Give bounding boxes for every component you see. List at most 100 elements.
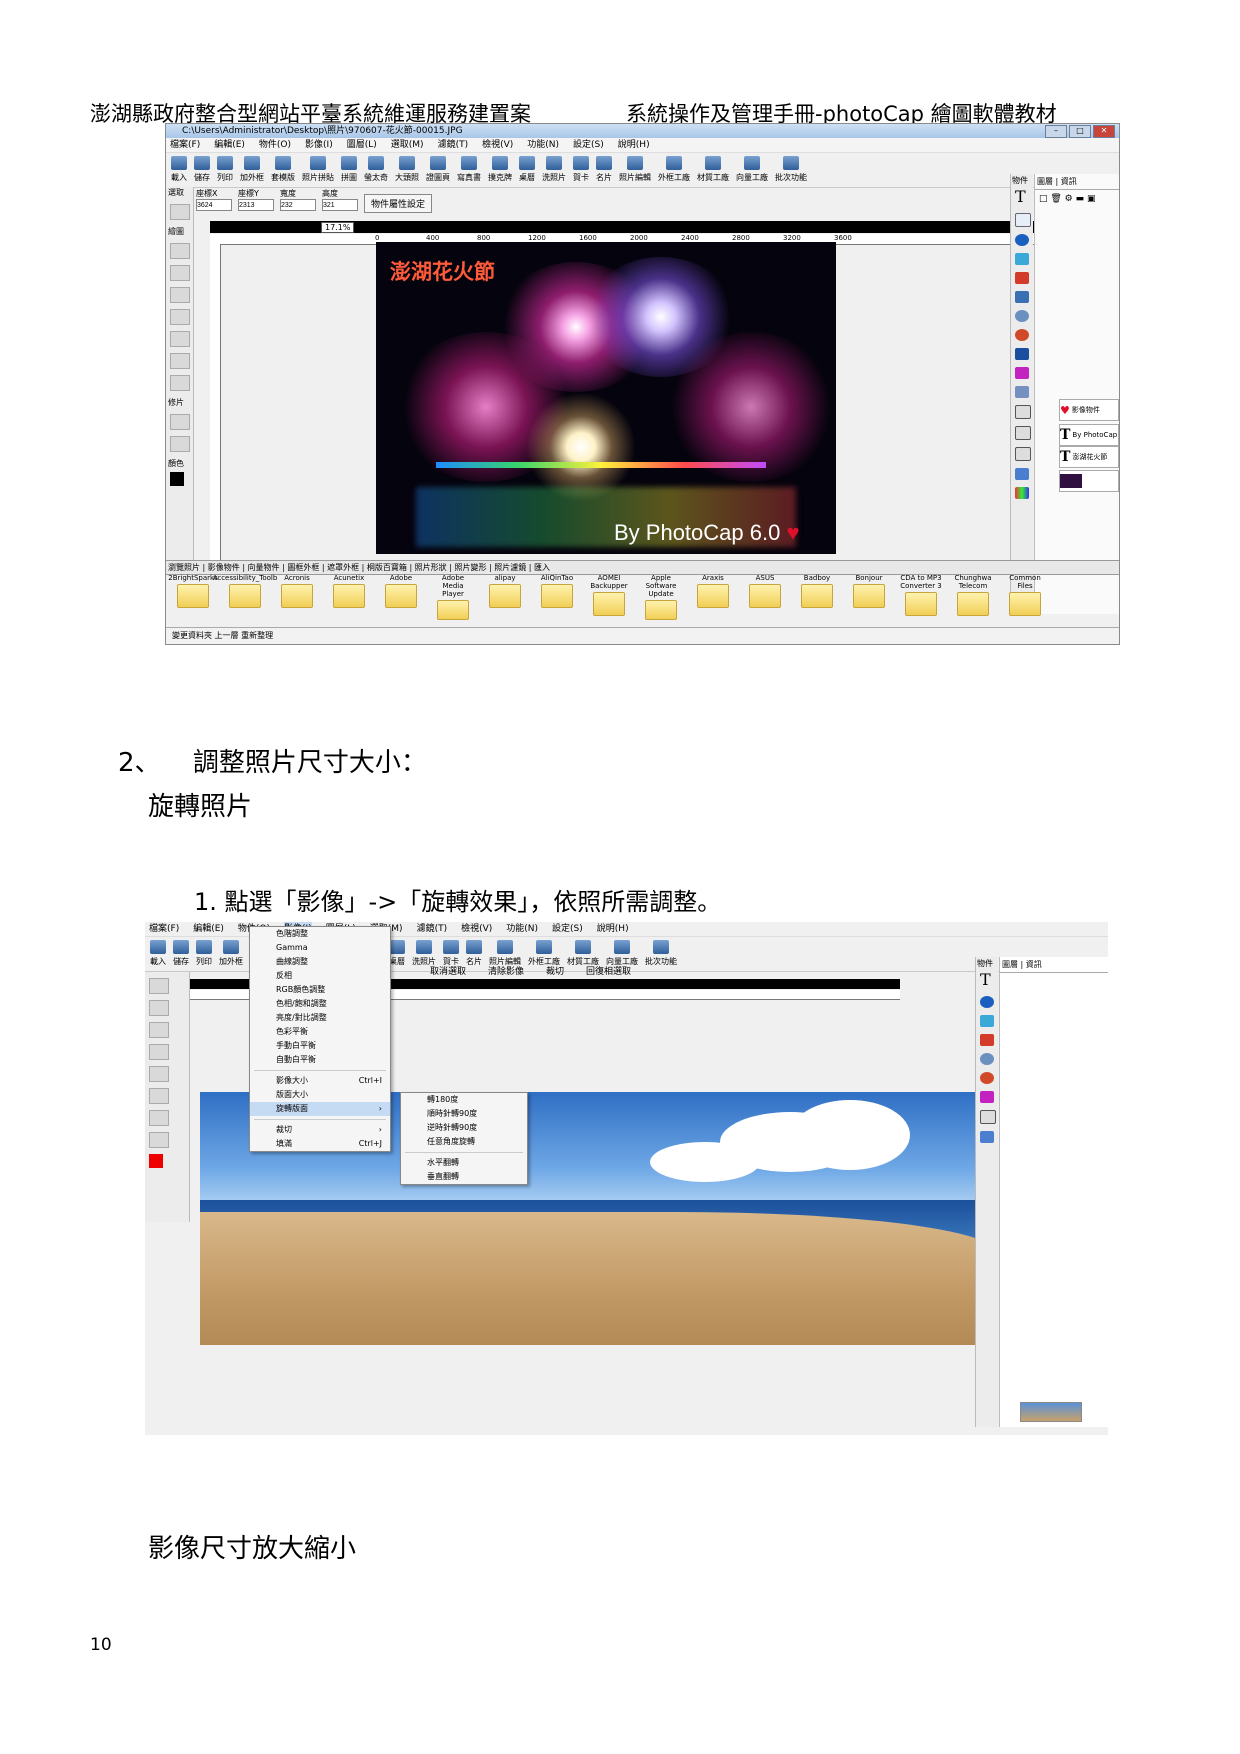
pencil-tool-icon[interactable] xyxy=(149,1022,169,1038)
arrow-icon[interactable] xyxy=(1015,426,1031,440)
folder-item[interactable]: Chunghwa Telecom xyxy=(952,574,994,620)
height-field[interactable] xyxy=(322,199,358,211)
pen-tool-icon[interactable] xyxy=(170,287,190,303)
text-tool-icon[interactable]: T xyxy=(976,970,998,989)
menu-view[interactable]: 檢視(V) xyxy=(461,922,492,936)
object-tab[interactable]: 物件 xyxy=(1011,174,1033,187)
menu-item[interactable]: 版面大小 xyxy=(250,1088,390,1102)
toolbar-button[interactable]: 螢太奇 xyxy=(362,153,390,187)
restore-selection-button[interactable]: 回復相選取 xyxy=(586,964,631,977)
folder-item[interactable]: Araxis xyxy=(692,574,734,620)
toolbar-button[interactable]: 名片 xyxy=(594,153,614,187)
layer-actions[interactable]: □ 🗑 ⚙ ▬ ▣ xyxy=(1035,190,1119,208)
arrow-right-icon[interactable] xyxy=(1015,447,1031,461)
deselect-button[interactable]: 取消選取 xyxy=(430,964,466,977)
object-properties-button[interactable]: 物件屬性設定 xyxy=(364,194,433,213)
menu-item[interactable]: Gamma xyxy=(250,941,390,955)
layer-thumbnail[interactable] xyxy=(1020,1402,1082,1422)
toolbar-button[interactable]: 拼圖 xyxy=(339,153,359,187)
menu-item-rotate[interactable]: 旋轉版面 › xyxy=(250,1102,390,1116)
toolbar-button[interactable]: 外框工廠 xyxy=(656,153,692,187)
toolbar-button[interactable]: 儲存 xyxy=(192,153,212,187)
toolbar-button[interactable]: 材質工廠 xyxy=(695,153,731,187)
cake-icon[interactable] xyxy=(980,1091,994,1103)
rect-tool-icon[interactable] xyxy=(170,375,190,391)
select-tool-icon[interactable] xyxy=(170,204,190,220)
menu-item[interactable]: 色階調整 xyxy=(250,927,390,941)
menu-settings[interactable]: 設定(S) xyxy=(552,922,583,936)
maximize-button[interactable]: □ xyxy=(1069,125,1091,138)
cake-icon[interactable] xyxy=(1015,367,1029,379)
toolbar-button[interactable]: 批次功能 xyxy=(643,937,679,971)
foreground-color-swatch[interactable] xyxy=(170,472,184,486)
menu-view[interactable]: 檢視(V) xyxy=(482,138,513,152)
folder-item[interactable]: alipay xyxy=(484,574,526,620)
toolbar-button[interactable]: 加外框 xyxy=(238,153,266,187)
layer-item[interactable]: ♥ 影像物件 xyxy=(1059,399,1119,421)
folder-item[interactable]: Bonjour xyxy=(848,574,890,620)
hand-tool-icon[interactable] xyxy=(170,331,190,347)
menu-item-fill[interactable]: 填滿 Ctrl+J xyxy=(250,1137,390,1151)
toolbar-button[interactable]: 載入 xyxy=(148,937,168,971)
x-field[interactable] xyxy=(196,199,232,211)
screen-icon[interactable] xyxy=(980,1015,994,1027)
folder-item[interactable]: AOMEI Backupper xyxy=(588,574,630,620)
menu-item[interactable]: 反相 xyxy=(250,969,390,983)
frame-icon[interactable] xyxy=(980,1034,994,1046)
photo-caption-text[interactable]: By PhotoCap 6.0 ♥ xyxy=(614,520,800,546)
abc-circle-icon[interactable] xyxy=(1015,234,1029,246)
menu-item-crop[interactable]: 裁切 › xyxy=(250,1123,390,1137)
toolbar-button[interactable]: 向量工廠 xyxy=(734,153,770,187)
toolbar-button[interactable]: 列印 xyxy=(215,153,235,187)
menu-edit[interactable]: 編輯(E) xyxy=(214,138,245,152)
flip-vertical-item[interactable]: 垂直翻轉 xyxy=(401,1170,527,1184)
shapes-icon[interactable] xyxy=(980,1131,994,1143)
menu-item-image-size[interactable]: 影像大小 Ctrl+I xyxy=(250,1074,390,1088)
rotate-cw90-item[interactable]: 順時針轉90度 xyxy=(401,1107,527,1121)
menu-help[interactable]: 說明(H) xyxy=(597,922,629,936)
frame-icon[interactable] xyxy=(1015,272,1029,284)
folder-item[interactable]: ASUS xyxy=(744,574,786,620)
clear-image-button[interactable]: 清除影像 xyxy=(488,964,524,977)
layer-tab[interactable]: 圖層 xyxy=(1037,177,1053,186)
width-field[interactable] xyxy=(280,199,316,211)
select-tool-icon[interactable] xyxy=(149,978,169,994)
menu-select[interactable]: 選取(M) xyxy=(391,138,424,152)
clock-icon[interactable] xyxy=(980,1072,994,1084)
folder-item[interactable]: Acronis xyxy=(276,574,318,620)
menu-item[interactable]: 色彩平衡 xyxy=(250,1025,390,1039)
folder-item[interactable]: Badboy xyxy=(796,574,838,620)
crop-button[interactable]: 裁切 xyxy=(546,964,564,977)
screen-icon[interactable] xyxy=(1015,253,1029,265)
folder-item[interactable]: Acunetix xyxy=(328,574,370,620)
palette-icon[interactable] xyxy=(1015,487,1029,499)
flip-horizontal-item[interactable]: 水平翻轉 xyxy=(401,1156,527,1170)
speech-bubble-icon[interactable] xyxy=(980,1110,996,1124)
menu-settings[interactable]: 設定(S) xyxy=(573,138,604,152)
zoom-field[interactable]: 17.1% xyxy=(321,222,355,233)
clock-icon[interactable] xyxy=(1015,329,1029,341)
fireworks-photo[interactable]: 澎湖花火節 By PhotoCap 6.0 ♥ xyxy=(376,242,836,554)
info-tab[interactable]: 資訊 xyxy=(1061,177,1077,186)
menu-item[interactable]: 色相/飽和調整 xyxy=(250,997,390,1011)
folder-item[interactable]: Common Files xyxy=(1004,574,1046,620)
menu-file[interactable]: 檔案(F) xyxy=(170,138,200,152)
foreground-color-swatch[interactable] xyxy=(149,1154,163,1168)
rotate-custom-item[interactable]: 任意角度旋轉 xyxy=(401,1135,527,1149)
object-tab[interactable]: 物件 xyxy=(976,957,998,970)
menu-file[interactable]: 檔案(F) xyxy=(149,922,179,936)
folder-item[interactable]: Adobe xyxy=(380,574,422,620)
folder-item[interactable]: Adobe Media Player xyxy=(432,574,474,620)
menu-image[interactable]: 影像(I) xyxy=(305,138,333,152)
pen-tool-icon[interactable] xyxy=(149,1044,169,1060)
toolbar-button[interactable]: 照片拼貼 xyxy=(300,153,336,187)
calendar-icon[interactable] xyxy=(1015,386,1029,398)
speech-bubble-icon[interactable] xyxy=(1015,405,1031,419)
menu-object[interactable]: 物件(O) xyxy=(259,138,291,152)
toolbar-button[interactable]: 儲存 xyxy=(171,937,191,971)
toolbar-button[interactable]: 寫真書 xyxy=(455,153,483,187)
stamp-tool-icon[interactable] xyxy=(170,309,190,325)
layer-background[interactable] xyxy=(1059,470,1119,492)
stamp-tool-icon[interactable] xyxy=(149,1066,169,1082)
toolbar-button[interactable]: 照片編輯 xyxy=(617,153,653,187)
